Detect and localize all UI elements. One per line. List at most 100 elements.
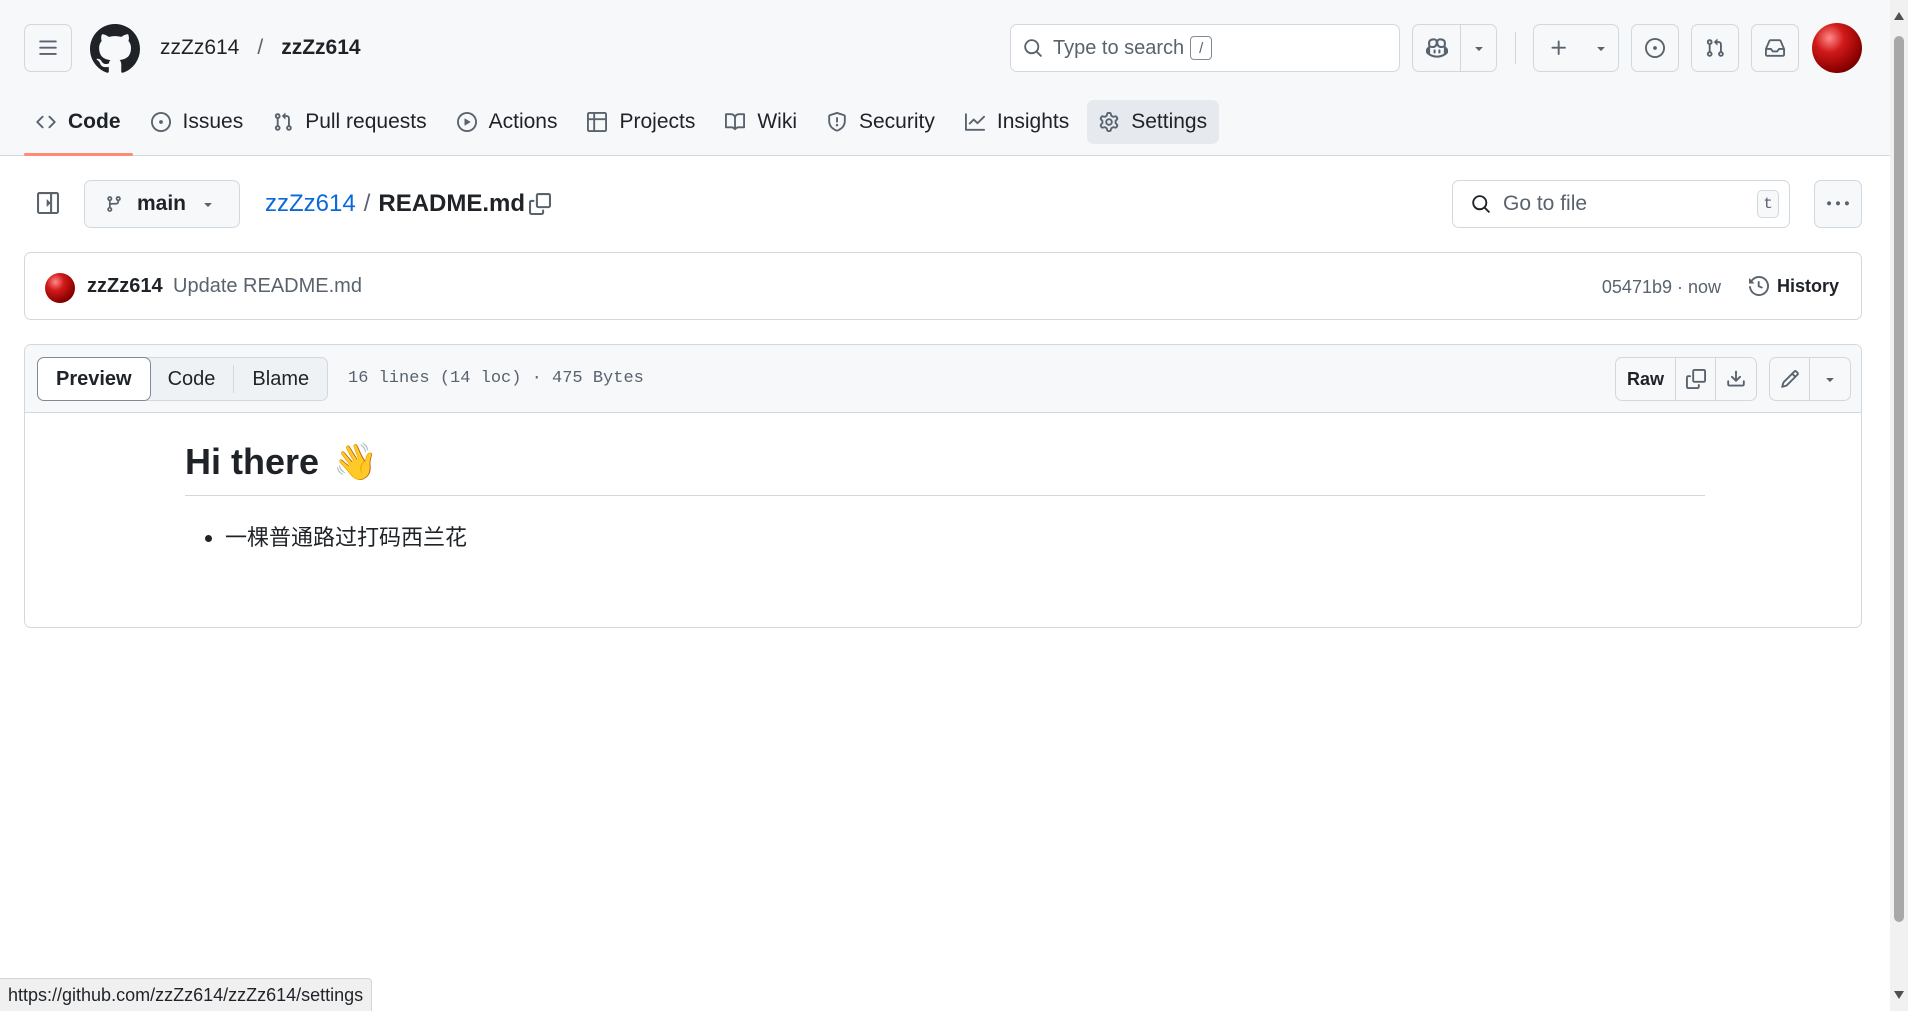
copy-icon — [1685, 369, 1706, 389]
search-shortcut-key: / — [1190, 36, 1213, 60]
tab-code[interactable]: Code — [24, 100, 133, 156]
copy-path-button[interactable] — [526, 190, 554, 218]
triangle-down-icon — [200, 196, 216, 212]
tab-security[interactable]: Security — [815, 100, 947, 144]
user-avatar[interactable] — [1812, 23, 1862, 73]
issue-opened-icon — [1645, 38, 1665, 58]
tab-issues[interactable]: Issues — [139, 100, 256, 144]
git-pull-request-icon — [273, 112, 293, 132]
breadcrumb-separator: / — [363, 190, 371, 217]
tab-label: Wiki — [757, 110, 797, 133]
commit-author-avatar[interactable] — [45, 273, 75, 303]
commit-message[interactable]: Update README.md — [173, 275, 362, 298]
gear-icon — [1099, 112, 1119, 132]
file-breadcrumb: zzZz614 / README.md — [265, 190, 525, 218]
tab-pull-requests[interactable]: Pull requests — [261, 100, 438, 144]
tab-label: Settings — [1131, 110, 1208, 133]
copilot-dropdown-button[interactable] — [1461, 25, 1496, 71]
repo-link[interactable]: zzZz614 — [281, 36, 360, 60]
header-divider — [1515, 32, 1516, 64]
scroll-up-arrow-icon[interactable] — [1894, 12, 1904, 20]
commit-author[interactable]: zzZz614 — [87, 275, 163, 298]
repo-context: zzZz614 / zzZz614 — [160, 36, 361, 60]
history-label: History — [1776, 275, 1839, 296]
scroll-down-arrow-icon[interactable] — [1894, 991, 1904, 999]
search-icon — [1023, 38, 1043, 58]
search-input[interactable]: Type to search / — [1010, 24, 1400, 72]
file-actions: Raw — [1615, 357, 1851, 401]
tab-settings[interactable]: Settings — [1087, 100, 1220, 144]
notifications-button[interactable] — [1751, 24, 1799, 72]
code-icon — [36, 112, 56, 132]
file-viewer-header: Preview Code Blame 16 lines (14 loc) · 4… — [25, 345, 1861, 413]
blame-mode-button[interactable]: Blame — [234, 357, 327, 401]
latest-commit-bar: zzZz614 Update README.md 05471b9 · now H… — [24, 252, 1862, 320]
page-scrollbar[interactable] — [1890, 0, 1908, 1011]
context-separator: / — [257, 36, 264, 59]
shield-icon — [827, 112, 847, 132]
expand-file-tree-button[interactable] — [30, 185, 66, 221]
raw-copy-download-group: Raw — [1615, 357, 1757, 401]
owner-link[interactable]: zzZz614 — [160, 36, 239, 60]
triangle-down-icon — [1593, 40, 1609, 56]
inbox-icon — [1765, 38, 1785, 58]
tab-label: Projects — [619, 110, 696, 133]
search-placeholder: Type to search — [1053, 36, 1185, 59]
file-info: 16 lines (14 loc) · 475 Bytes — [348, 369, 644, 388]
readme-heading: Hi there 👋 — [185, 441, 1705, 496]
tab-insights[interactable]: Insights — [953, 100, 1081, 144]
tab-label: Issues — [182, 110, 244, 133]
create-new-button[interactable] — [1534, 25, 1584, 71]
your-pull-requests-button[interactable] — [1691, 24, 1739, 72]
branch-name: main — [137, 192, 187, 215]
your-issues-button[interactable] — [1631, 24, 1679, 72]
triangle-down-icon — [1471, 40, 1487, 56]
book-icon — [725, 112, 746, 132]
app-header: zzZz614 / zzZz614 Type to search / Code … — [0, 0, 1890, 156]
open-menu-button[interactable] — [24, 24, 72, 72]
tab-label: Security — [859, 110, 935, 133]
copilot-button-group — [1412, 24, 1497, 72]
git-branch-icon — [105, 195, 123, 213]
table-icon — [587, 112, 608, 132]
waving-hand-emoji: 👋 — [333, 441, 378, 482]
tab-label: Actions — [488, 110, 558, 133]
edit-options-dropdown-button[interactable] — [1810, 358, 1850, 400]
tab-wiki[interactable]: Wiki — [713, 100, 809, 144]
hamburger-icon — [38, 38, 58, 58]
preview-mode-button[interactable]: Preview — [37, 357, 151, 401]
tab-label: Insights — [996, 110, 1070, 133]
tab-actions[interactable]: Actions — [445, 100, 570, 144]
pencil-icon — [1780, 369, 1800, 389]
create-new-dropdown-button[interactable] — [1584, 25, 1618, 71]
readme-list: 一棵普通路过打码西兰花 — [185, 522, 1705, 554]
breadcrumb-repo-link[interactable]: zzZz614 — [265, 190, 356, 218]
scrollbar-thumb[interactable] — [1894, 36, 1904, 922]
download-icon — [1726, 369, 1746, 389]
git-pull-request-icon — [1705, 38, 1725, 58]
history-button[interactable]: History — [1748, 268, 1839, 304]
tab-label: Pull requests — [305, 110, 427, 133]
history-icon — [1748, 276, 1769, 296]
issue-opened-icon — [150, 112, 171, 132]
tab-label: Code — [68, 110, 121, 133]
header-top-bar: zzZz614 / zzZz614 Type to search / — [0, 0, 1890, 96]
commit-sha-time[interactable]: 05471b9 · now — [1602, 277, 1721, 298]
download-raw-button[interactable] — [1716, 358, 1756, 400]
tab-projects[interactable]: Projects — [575, 100, 707, 144]
branch-selector[interactable]: main — [84, 180, 240, 228]
github-logo-icon[interactable] — [90, 24, 140, 74]
code-mode-button[interactable]: Code — [150, 357, 234, 401]
copy-raw-button[interactable] — [1676, 358, 1716, 400]
go-to-file-placeholder: Go to file — [1503, 192, 1588, 215]
kebab-horizontal-icon — [1827, 193, 1849, 215]
copilot-button[interactable] — [1413, 25, 1461, 71]
graph-icon — [964, 112, 985, 132]
edit-file-button[interactable] — [1770, 358, 1810, 400]
create-new-button-group — [1533, 24, 1619, 72]
more-file-actions-button[interactable] — [1814, 180, 1862, 228]
go-to-file-input[interactable]: Go to file t — [1452, 180, 1790, 228]
plus-icon — [1549, 38, 1569, 58]
repo-nav-tabs: Code Issues Pull requests Actions Projec… — [24, 98, 1220, 156]
raw-button[interactable]: Raw — [1616, 358, 1676, 400]
